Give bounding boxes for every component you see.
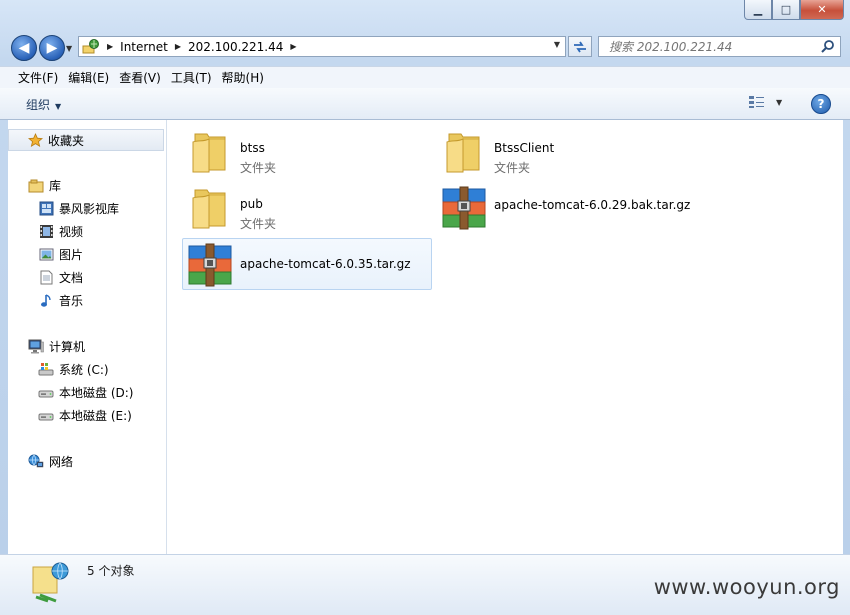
folder-icon	[192, 189, 226, 229]
sidebar-item-libraries[interactable]: 库	[28, 177, 61, 194]
sidebar-item-label: 视频	[59, 225, 84, 239]
watermark: www.wooyun.org	[653, 575, 840, 599]
list-item-tomcat-6029-archive[interactable]: apache-tomcat-6.0.29.bak.tar.gz	[437, 182, 691, 232]
hard-drive-icon	[38, 385, 54, 401]
sidebar-item-computer[interactable]: 计算机	[28, 338, 85, 355]
sidebar-item-label: 计算机	[49, 340, 86, 354]
computer-icon	[28, 339, 44, 355]
sidebar-item-label: 收藏夹	[48, 133, 85, 148]
view-dropdown-icon[interactable]: ▼	[776, 98, 782, 107]
title-bar: ▁ □ ✕	[0, 0, 850, 30]
explorer-window: ▁ □ ✕ ◀ ▶ ▼ ▶ Internet ▶ 202.100.221.44 …	[0, 0, 850, 615]
network-location-icon	[82, 38, 99, 53]
item-name: pub	[240, 197, 263, 211]
search-icon[interactable]	[821, 39, 835, 53]
menu-edit[interactable]: 编辑(E)	[68, 69, 109, 86]
back-button[interactable]: ◀	[11, 35, 37, 61]
sidebar-item-label: 库	[49, 179, 62, 193]
sidebar-item-label: 音乐	[59, 294, 84, 308]
navigation-pane: 收藏夹 库 暴风影视库 视频 图片 文档 音乐 计算机 系统 (C:) 本地磁盘…	[8, 120, 167, 554]
item-type: 文件夹	[494, 161, 531, 175]
breadcrumb-separator[interactable]: ▶	[107, 42, 113, 51]
list-item-btss[interactable]: btss 文件夹	[183, 126, 433, 176]
sidebar-item-favorites[interactable]: 收藏夹	[8, 129, 164, 151]
menu-tools[interactable]: 工具(T)	[171, 69, 212, 86]
sidebar-item-drive-d[interactable]: 本地磁盘 (D:)	[38, 384, 133, 401]
folder-icon	[446, 133, 480, 173]
library-icon	[28, 178, 44, 194]
sidebar-item-label: 文档	[59, 271, 84, 285]
chevron-down-icon: ▼	[55, 102, 62, 111]
hard-drive-icon	[38, 408, 54, 424]
sidebar-item-label: 本地磁盘 (D:)	[59, 386, 134, 400]
command-bar: 组织 ▼ ▼ ?	[0, 88, 850, 120]
item-name: btss	[240, 141, 265, 155]
archive-icon	[188, 243, 232, 287]
sidebar-item-baofeng-library[interactable]: 暴风影视库	[38, 200, 119, 217]
star-icon	[27, 132, 43, 148]
refresh-button[interactable]	[568, 36, 592, 57]
sidebar-item-label: 暴风影视库	[59, 202, 120, 216]
list-item-btssclient[interactable]: BtssClient 文件夹	[437, 126, 687, 176]
menu-view[interactable]: 查看(V)	[119, 69, 161, 86]
network-location-icon	[32, 562, 69, 603]
media-library-icon	[38, 201, 54, 217]
item-name: apache-tomcat-6.0.35.tar.gz	[240, 257, 411, 271]
details-pane: 5 个对象 www.wooyun.org	[0, 554, 850, 615]
sidebar-item-music[interactable]: 音乐	[38, 292, 83, 309]
minimize-button[interactable]: ▁	[744, 0, 772, 20]
sidebar-item-documents[interactable]: 文档	[38, 269, 83, 286]
video-icon	[38, 224, 54, 240]
item-type: 文件夹	[240, 161, 277, 175]
list-item-tomcat-6035-archive[interactable]: apache-tomcat-6.0.35.tar.gz	[182, 238, 432, 290]
sidebar-item-videos[interactable]: 视频	[38, 223, 83, 240]
sidebar-item-label: 图片	[59, 248, 84, 262]
breadcrumb-internet[interactable]: Internet	[120, 40, 168, 54]
organize-label: 组织	[26, 98, 51, 112]
sidebar-item-label: 网络	[49, 455, 74, 469]
menu-help[interactable]: 帮助(H)	[222, 69, 264, 86]
recent-pages-dropdown[interactable]: ▼	[66, 44, 72, 53]
close-button[interactable]: ✕	[800, 0, 844, 20]
system-drive-icon	[38, 362, 54, 378]
view-list-icon	[749, 96, 764, 108]
sidebar-item-pictures[interactable]: 图片	[38, 246, 83, 263]
item-count: 5 个对象	[87, 564, 135, 578]
sidebar-item-label: 系统 (C:)	[59, 363, 109, 377]
breadcrumb-separator[interactable]: ▶	[175, 42, 181, 51]
sidebar-item-drive-c[interactable]: 系统 (C:)	[38, 361, 109, 378]
forward-button[interactable]: ▶	[39, 35, 65, 61]
archive-icon	[442, 186, 486, 230]
sidebar-item-label: 本地磁盘 (E:)	[59, 409, 132, 423]
folder-icon	[192, 133, 226, 173]
item-name: apache-tomcat-6.0.29.bak.tar.gz	[494, 198, 691, 212]
picture-icon	[38, 247, 54, 263]
refresh-icon	[574, 41, 586, 52]
menu-file[interactable]: 文件(F)	[18, 69, 58, 86]
navigation-bar: ◀ ▶ ▼ ▶ Internet ▶ 202.100.221.44 ▶ ▼	[0, 30, 850, 62]
search-box[interactable]	[598, 36, 841, 57]
network-icon	[28, 454, 44, 470]
menu-bar: 文件(F) 编辑(E) 查看(V) 工具(T) 帮助(H)	[0, 66, 850, 89]
address-bar[interactable]: ▶ Internet ▶ 202.100.221.44 ▶ ▼	[78, 36, 566, 57]
list-item-pub[interactable]: pub 文件夹	[183, 182, 433, 232]
item-name: BtssClient	[494, 141, 555, 155]
help-button[interactable]: ?	[811, 94, 831, 114]
address-dropdown-icon[interactable]: ▼	[554, 40, 560, 49]
file-list: btss 文件夹 BtssClient 文件夹 pub 文件夹 apache-t…	[167, 120, 843, 554]
item-type: 文件夹	[240, 217, 277, 231]
search-input[interactable]	[607, 38, 821, 55]
breadcrumb-host[interactable]: 202.100.221.44	[188, 40, 283, 54]
organize-button[interactable]: 组织 ▼	[26, 96, 61, 113]
maximize-button[interactable]: □	[772, 0, 800, 20]
change-view-button[interactable]: ▼	[748, 95, 782, 109]
document-icon	[38, 270, 54, 286]
music-note-icon	[38, 293, 54, 309]
breadcrumb-separator[interactable]: ▶	[290, 42, 296, 51]
sidebar-item-drive-e[interactable]: 本地磁盘 (E:)	[38, 407, 132, 424]
window-controls: ▁ □ ✕	[744, 0, 844, 20]
sidebar-item-network[interactable]: 网络	[28, 453, 73, 470]
